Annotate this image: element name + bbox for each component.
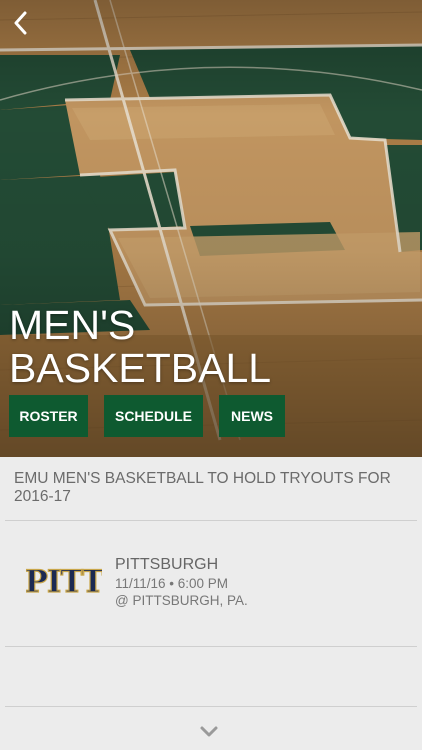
divider [5, 646, 417, 647]
roster-button[interactable]: ROSTER [9, 395, 88, 437]
opponent-name: PITTSBURGH [115, 556, 219, 573]
hero-banner: MEN'S BASKETBALL ROSTER SCHEDULE NEWS [0, 0, 422, 457]
schedule-game-row[interactable]: PITT PITTSBURGH 11/11/16 • 6:00 PM @ PIT… [0, 522, 422, 646]
divider [5, 520, 417, 521]
pitt-logo-icon: PITT [26, 563, 102, 600]
divider [5, 706, 417, 707]
news-button[interactable]: NEWS [219, 395, 285, 437]
back-button[interactable] [8, 8, 34, 38]
game-location: @ PITTSBURGH, PA. [115, 593, 248, 608]
chevron-down-icon[interactable] [199, 725, 219, 739]
schedule-button[interactable]: SCHEDULE [104, 395, 203, 437]
chevron-left-icon [14, 11, 27, 35]
svg-text:PITT: PITT [26, 564, 102, 600]
page-title: MEN'S BASKETBALL [9, 304, 271, 390]
page-title-line1: MEN'S [9, 302, 136, 348]
hero-button-group: ROSTER SCHEDULE NEWS [9, 395, 285, 437]
game-datetime: 11/11/16 • 6:00 PM [115, 576, 229, 591]
page-title-line2: BASKETBALL [9, 345, 272, 391]
news-headline-link[interactable]: EMU MEN'S BASKETBALL TO HOLD TRYOUTS FOR… [14, 470, 414, 506]
